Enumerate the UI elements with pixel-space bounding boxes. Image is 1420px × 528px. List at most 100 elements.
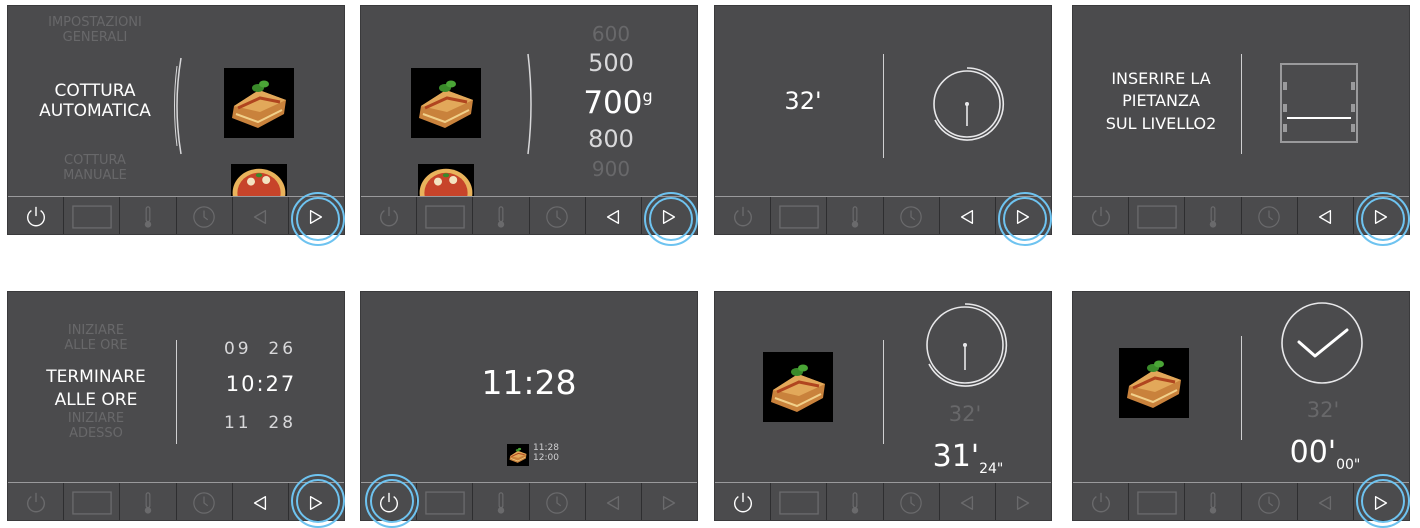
power-icon <box>24 491 48 515</box>
oven-display-icon <box>425 491 465 515</box>
back-button[interactable] <box>231 483 288 520</box>
weight-option[interactable]: 800 <box>576 125 646 154</box>
arrow-left-icon <box>604 494 622 512</box>
temperature-button[interactable] <box>119 483 175 520</box>
timer-button[interactable] <box>1240 483 1297 520</box>
temperature-button[interactable] <box>119 197 175 234</box>
menu-line: IMPOSTAZIONI <box>48 15 142 30</box>
display-button[interactable] <box>63 197 119 234</box>
temperature-button[interactable] <box>1184 197 1240 234</box>
display-area: 11:28 11:28 12:00 <box>361 292 697 482</box>
back-button[interactable] <box>938 483 995 520</box>
display-button[interactable] <box>416 197 472 234</box>
timer-button[interactable] <box>528 483 585 520</box>
next-button[interactable] <box>994 483 1051 520</box>
clock-icon <box>899 491 923 515</box>
clock-icon <box>1257 491 1281 515</box>
display-button[interactable] <box>63 483 119 520</box>
display-button[interactable] <box>770 197 826 234</box>
menu-item-automatic-cooking[interactable]: COTTURA AUTOMATICA <box>20 81 170 121</box>
option-start-now[interactable]: INIZIARE ADESSO <box>26 411 166 442</box>
lasagna-image <box>1119 348 1189 418</box>
option-line: INIZIARE <box>67 411 125 426</box>
touch-highlight-ring <box>370 479 414 523</box>
back-button[interactable] <box>938 197 995 234</box>
minute: 27 <box>265 372 297 396</box>
display-button[interactable] <box>1128 483 1184 520</box>
menu-line: COTTURA <box>54 81 136 101</box>
cooking-time: 32' <box>784 87 822 115</box>
time-row-previous[interactable]: 09 26 <box>220 339 300 360</box>
display-button[interactable] <box>1128 197 1184 234</box>
screen-cooking-in-progress: 32' 31'24" <box>714 291 1052 521</box>
option-start-at[interactable]: INIZIARE ALLE ORE <box>26 323 166 354</box>
checkmark-icon <box>1281 302 1363 384</box>
power-button[interactable] <box>8 197 63 235</box>
timer-button[interactable] <box>528 197 585 234</box>
menu-line: COTTURA <box>64 153 126 168</box>
power-button[interactable] <box>1073 483 1128 521</box>
menu-line: MANUALE <box>63 167 127 183</box>
power-icon <box>377 205 401 229</box>
oven-display-icon <box>1137 491 1177 515</box>
power-button[interactable] <box>361 197 416 235</box>
lasagna-thumbnail <box>507 444 529 466</box>
temperature-button[interactable] <box>826 197 882 234</box>
temperature-button[interactable] <box>472 197 528 234</box>
menu-line: AUTOMATICA <box>39 100 151 121</box>
temperature-button[interactable] <box>1184 483 1240 520</box>
clock-icon <box>192 205 216 229</box>
weight-selected[interactable]: 700g <box>576 85 660 122</box>
menu-item-manual-cooking[interactable]: COTTURA MANUALE <box>20 153 170 184</box>
scroll-indicator-icon <box>174 57 182 155</box>
timer-dial-icon <box>933 67 1004 141</box>
weight-option[interactable]: 900 <box>576 158 646 181</box>
back-button[interactable] <box>1296 197 1353 234</box>
thermometer-icon <box>849 205 861 229</box>
weight-option[interactable]: 500 <box>576 49 646 78</box>
time-row-selected[interactable]: 10:27 <box>216 372 306 396</box>
display-area: 32' 00'00" <box>1073 292 1409 482</box>
weight-value: 700 <box>583 85 643 121</box>
display-button[interactable] <box>770 483 826 520</box>
timer-button[interactable] <box>175 197 232 234</box>
timer-button[interactable] <box>882 197 939 234</box>
time-row-next[interactable]: 11 28 <box>220 413 300 434</box>
set-time: 32' <box>1306 398 1340 422</box>
option-line: ADESSO <box>69 425 123 441</box>
option-end-at[interactable]: TERMINARE ALLE ORE <box>26 366 166 412</box>
option-line: TERMINARE <box>46 367 146 387</box>
lasagna-image <box>763 352 833 422</box>
timer-button[interactable] <box>175 483 232 520</box>
display-area: INIZIARE ALLE ORE TERMINARE ALLE ORE INI… <box>8 292 344 482</box>
oven-display-icon <box>779 205 819 229</box>
power-button[interactable] <box>715 483 770 521</box>
touch-highlight-ring <box>649 197 693 241</box>
touch-highlight-ring <box>296 479 340 523</box>
next-button[interactable] <box>640 483 697 520</box>
power-button[interactable] <box>8 483 63 521</box>
timer-button[interactable] <box>882 483 939 520</box>
back-button[interactable] <box>1296 483 1353 520</box>
power-button[interactable] <box>715 197 770 235</box>
weight-option[interactable]: 600 <box>576 23 646 46</box>
power-icon <box>24 205 48 229</box>
back-button[interactable] <box>584 483 641 520</box>
timer-button[interactable] <box>1240 197 1297 234</box>
display-area: IMPOSTAZIONI GENERALI COTTURA AUTOMATICA… <box>8 6 344 196</box>
menu-line: GENERALI <box>62 29 128 45</box>
divider <box>176 340 177 444</box>
temperature-button[interactable] <box>472 483 528 520</box>
display-button[interactable] <box>416 483 472 520</box>
back-button[interactable] <box>231 197 288 234</box>
message-line: INSERIRE LA <box>1111 69 1211 88</box>
remaining-seconds: 00" <box>1336 457 1361 473</box>
power-button[interactable] <box>1073 197 1128 235</box>
arrow-left-icon <box>251 494 269 512</box>
arrow-left-icon <box>251 208 269 226</box>
back-button[interactable] <box>584 197 641 234</box>
oven-display-icon <box>72 491 112 515</box>
menu-item-general-settings[interactable]: IMPOSTAZIONI GENERALI <box>20 15 170 46</box>
option-line: ALLE ORE <box>64 337 128 353</box>
temperature-button[interactable] <box>826 483 882 520</box>
